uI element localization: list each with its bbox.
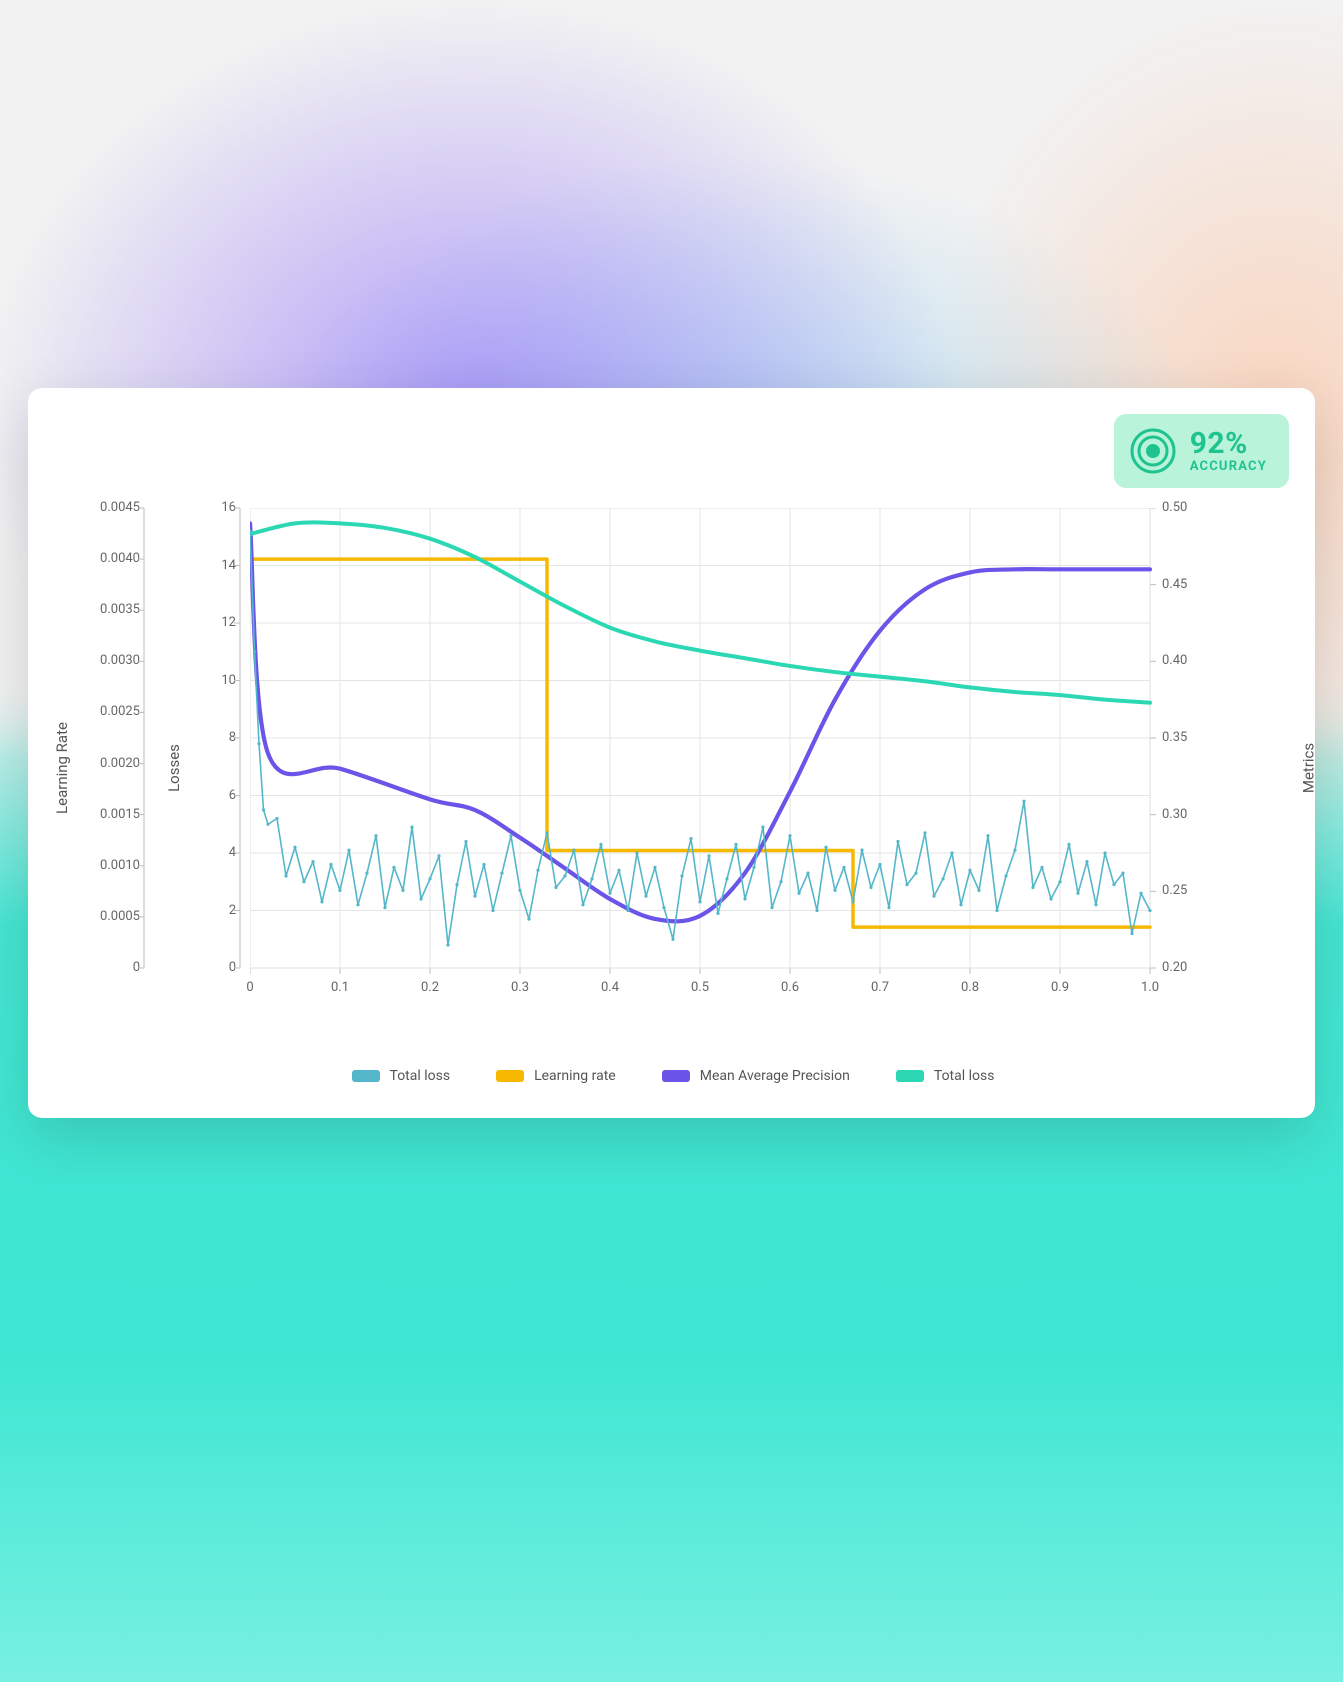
chart-plot bbox=[250, 508, 1238, 988]
accuracy-percent: 92% bbox=[1190, 428, 1267, 460]
target-icon bbox=[1130, 428, 1176, 474]
legend-label: Learning rate bbox=[534, 1068, 616, 1084]
chart-card: 92% ACCURACY Learning Rate Losses Metric… bbox=[28, 388, 1315, 1118]
legend-item: Mean Average Precision bbox=[662, 1068, 850, 1084]
legend-label: Total loss bbox=[390, 1068, 451, 1084]
legend-item: Learning rate bbox=[496, 1068, 616, 1084]
legend-swatch bbox=[352, 1070, 380, 1082]
legend-swatch bbox=[896, 1070, 924, 1082]
legend-label: Total loss bbox=[934, 1068, 995, 1084]
accuracy-badge: 92% ACCURACY bbox=[1114, 414, 1289, 488]
axis-title-learning-rate: Learning Rate bbox=[53, 722, 71, 814]
legend-item: Total loss bbox=[896, 1068, 995, 1084]
legend-swatch bbox=[496, 1070, 524, 1082]
legend-item: Total loss bbox=[352, 1068, 451, 1084]
chart-legend: Total loss Learning rate Mean Average Prec… bbox=[78, 1068, 1268, 1084]
accuracy-label: ACCURACY bbox=[1190, 460, 1267, 474]
chart-area: Learning Rate Losses Metrics 00.00050.00… bbox=[78, 508, 1268, 1028]
legend-label: Mean Average Precision bbox=[700, 1068, 850, 1084]
axis-title-metrics: Metrics bbox=[1299, 743, 1317, 793]
legend-swatch bbox=[662, 1070, 690, 1082]
